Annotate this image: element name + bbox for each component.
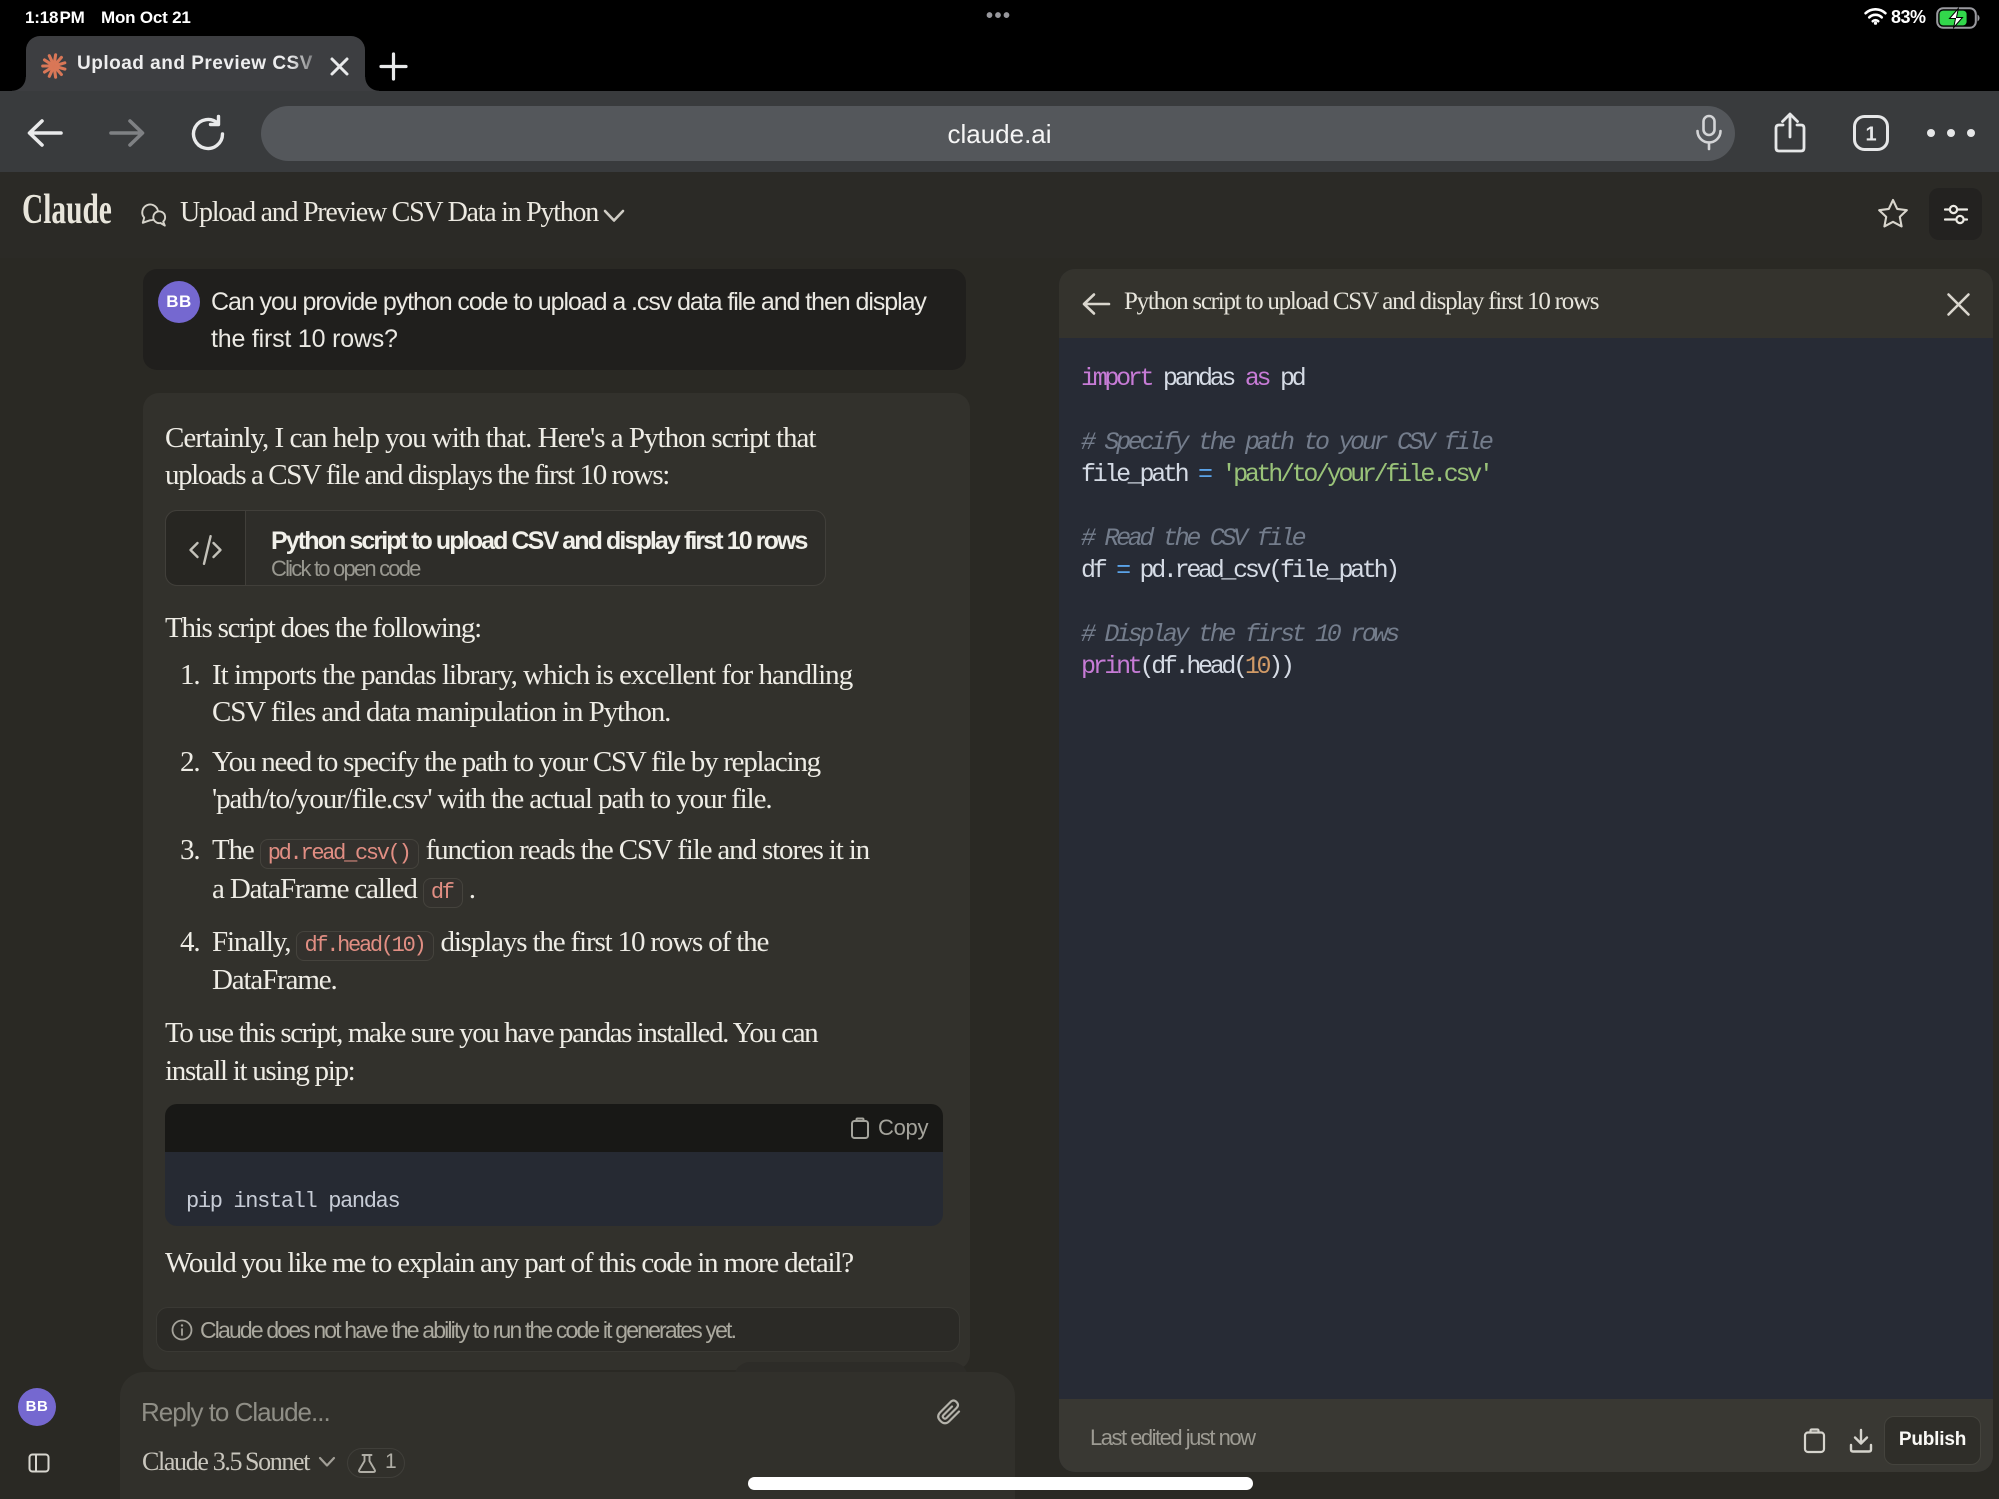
svg-text:1: 1 bbox=[1865, 124, 1876, 146]
